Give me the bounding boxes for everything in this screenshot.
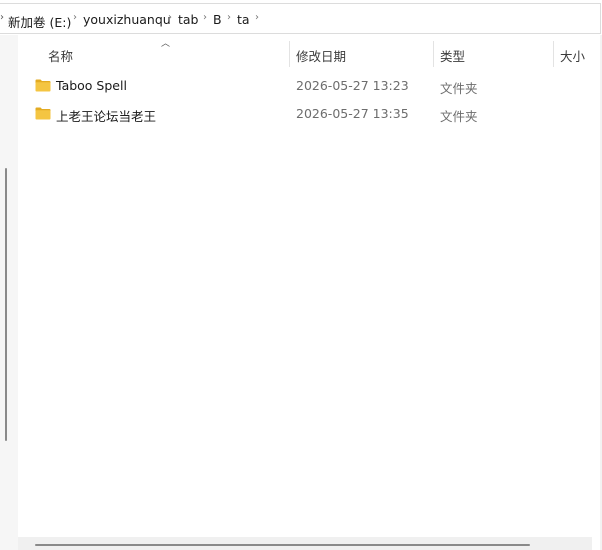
table-row[interactable]: 上老王论坛当老王 2026-05-27 13:35 文件夹 bbox=[18, 101, 602, 127]
horizontal-scrollbar-thumb[interactable] bbox=[35, 544, 530, 546]
horizontal-scrollbar[interactable] bbox=[18, 537, 592, 550]
breadcrumb-item-tab[interactable]: tab bbox=[178, 12, 199, 27]
column-header-name[interactable]: 名称 bbox=[48, 46, 73, 65]
table-row[interactable]: Taboo Spell 2026-05-27 13:23 文件夹 bbox=[18, 73, 602, 99]
folder-icon bbox=[35, 79, 51, 92]
chevron-right-icon[interactable]: › bbox=[227, 12, 231, 23]
file-type: 文件夹 bbox=[440, 109, 478, 124]
breadcrumb-item-drive[interactable]: 新加卷 (E:) bbox=[8, 12, 71, 31]
column-header-type[interactable]: 类型 bbox=[440, 46, 465, 65]
file-list: ︿ 名称 修改日期 类型 大小 Taboo Spell 2026-05-27 1… bbox=[18, 35, 602, 550]
folder-icon bbox=[35, 107, 51, 120]
sort-ascending-icon: ︿ bbox=[161, 39, 171, 49]
navigation-scrollbar[interactable] bbox=[5, 168, 7, 441]
chevron-right-icon[interactable]: › bbox=[203, 12, 207, 23]
breadcrumb-item-ta[interactable]: ta bbox=[237, 12, 250, 27]
chevron-right-icon[interactable]: › bbox=[168, 12, 172, 23]
file-explorer-window: › 新加卷 (E:) › youxizhuanqu › tab › B › ta… bbox=[0, 0, 602, 550]
file-date: 2026-05-27 13:23 bbox=[296, 78, 409, 93]
file-date: 2026-05-27 13:35 bbox=[296, 106, 409, 121]
breadcrumb[interactable]: › 新加卷 (E:) › youxizhuanqu › tab › B › ta… bbox=[0, 3, 601, 34]
file-name: Taboo Spell bbox=[56, 78, 127, 93]
breadcrumb-item-youxizhuanqu[interactable]: youxizhuanqu bbox=[83, 12, 171, 27]
column-divider[interactable] bbox=[433, 41, 434, 67]
column-header-row: ︿ 名称 修改日期 类型 大小 bbox=[18, 35, 602, 69]
file-name: 上老王论坛当老王 bbox=[56, 109, 157, 124]
navigation-pane bbox=[0, 35, 18, 550]
breadcrumb-item-b[interactable]: B bbox=[213, 12, 222, 27]
column-divider[interactable] bbox=[289, 41, 290, 67]
file-type: 文件夹 bbox=[440, 81, 478, 96]
chevron-right-icon[interactable]: › bbox=[73, 12, 77, 23]
column-divider[interactable] bbox=[553, 41, 554, 67]
column-header-date[interactable]: 修改日期 bbox=[296, 46, 346, 65]
column-header-size[interactable]: 大小 bbox=[560, 46, 585, 65]
chevron-left-icon[interactable]: › bbox=[0, 12, 4, 23]
chevron-right-icon[interactable]: › bbox=[255, 12, 259, 23]
